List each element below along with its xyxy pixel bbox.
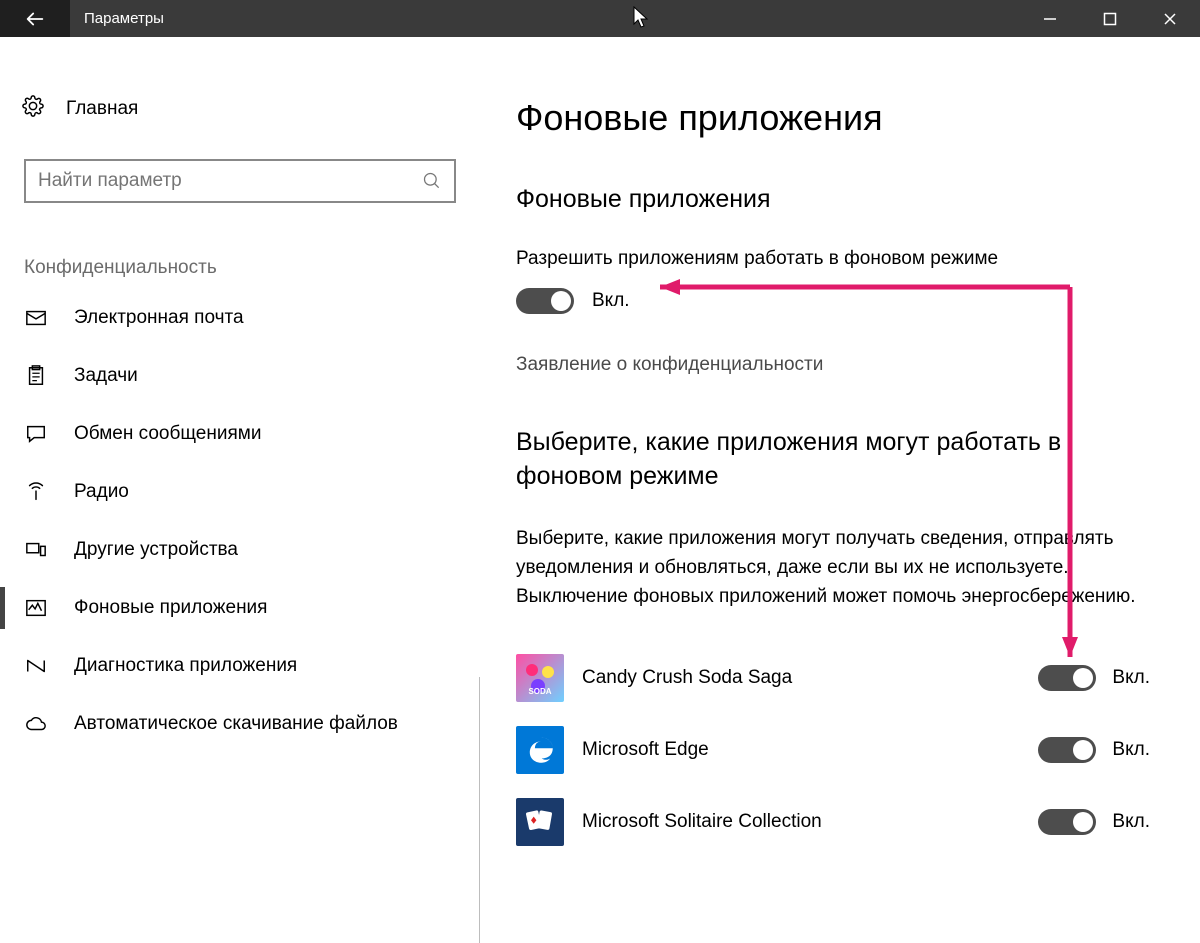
master-toggle-label: Разрешить приложениям работать в фоновом…: [516, 248, 1150, 270]
app-logo-edge: [516, 726, 564, 774]
sidebar-item-label: Автоматическое скачивание файлов: [74, 713, 398, 735]
sidebar-home[interactable]: Главная: [0, 87, 480, 131]
sidebar-item-label: Фоновые приложения: [74, 597, 267, 619]
sidebar-item-label: Диагностика приложения: [74, 655, 297, 677]
cursor-icon: [633, 6, 651, 35]
app-row: Microsoft Solitaire Collection Вкл.: [516, 786, 1150, 858]
diagnostics-icon: [24, 655, 48, 677]
privacy-link[interactable]: Заявление о конфиденциальности: [516, 354, 1150, 376]
app-name: Candy Crush Soda Saga: [582, 667, 1038, 689]
sidebar-item-label: Задачи: [74, 365, 138, 387]
window-title: Параметры: [84, 10, 164, 27]
minimize-button[interactable]: [1020, 0, 1080, 37]
clipboard-icon: [24, 365, 48, 387]
sidebar-item-label: Радио: [74, 481, 129, 503]
app-toggle-state: Вкл.: [1112, 739, 1150, 761]
sidebar: Главная Конфиденциальность Электронная п…: [0, 37, 480, 943]
message-icon: [24, 423, 48, 445]
sidebar-item-messaging[interactable]: Обмен сообщениями: [0, 405, 480, 463]
main-content: Фоновые приложения Фоновые приложения Ра…: [480, 37, 1200, 943]
sidebar-item-label: Электронная почта: [74, 307, 244, 329]
sidebar-item-radio[interactable]: Радио: [0, 463, 480, 521]
master-toggle-state: Вкл.: [592, 290, 630, 312]
search-input[interactable]: [24, 159, 456, 203]
maximize-icon: [1103, 12, 1117, 26]
svg-text:SODA: SODA: [528, 687, 551, 696]
master-toggle[interactable]: [516, 288, 574, 314]
sidebar-section-header: Конфиденциальность: [24, 257, 480, 279]
app-toggle[interactable]: [1038, 665, 1096, 691]
close-icon: [1163, 12, 1177, 26]
sidebar-item-devices[interactable]: Другие устройства: [0, 521, 480, 579]
minimize-icon: [1043, 12, 1057, 26]
section-title-2: Выберите, какие приложения могут работат…: [516, 426, 1136, 494]
sidebar-item-auto-download[interactable]: Автоматическое скачивание файлов: [0, 695, 480, 753]
search-field[interactable]: [38, 170, 422, 192]
section-title-1: Фоновые приложения: [516, 185, 1150, 214]
search-icon: [422, 171, 442, 191]
cloud-icon: [24, 713, 48, 735]
back-button[interactable]: [0, 0, 70, 37]
arrow-left-icon: [24, 8, 46, 30]
gear-icon: [22, 95, 44, 123]
app-toggle[interactable]: [1038, 737, 1096, 763]
app-toggle-state: Вкл.: [1112, 667, 1150, 689]
maximize-button[interactable]: [1080, 0, 1140, 37]
app-name: Microsoft Solitaire Collection: [582, 811, 1038, 833]
app-row: Microsoft Edge Вкл.: [516, 714, 1150, 786]
sidebar-item-tasks[interactable]: Задачи: [0, 347, 480, 405]
page-title: Фоновые приложения: [516, 97, 1150, 139]
mail-icon: [24, 307, 48, 329]
app-name: Microsoft Edge: [582, 739, 1038, 761]
sidebar-item-label: Другие устройства: [74, 539, 238, 561]
titlebar: Параметры: [0, 0, 1200, 37]
app-toggle[interactable]: [1038, 809, 1096, 835]
sidebar-item-background-apps[interactable]: Фоновые приложения: [0, 579, 480, 637]
sidebar-item-email[interactable]: Электронная почта: [0, 289, 480, 347]
sidebar-item-diagnostics[interactable]: Диагностика приложения: [0, 637, 480, 695]
app-logo-candy: SODA: [516, 654, 564, 702]
app-logo-solitaire: [516, 798, 564, 846]
sidebar-home-label: Главная: [66, 98, 138, 120]
activity-icon: [24, 597, 48, 619]
close-button[interactable]: [1140, 0, 1200, 37]
app-row: SODA Candy Crush Soda Saga Вкл.: [516, 642, 1150, 714]
app-toggle-state: Вкл.: [1112, 811, 1150, 833]
radio-icon: [24, 481, 48, 503]
section-description: Выберите, какие приложения могут получат…: [516, 524, 1150, 612]
sidebar-item-label: Обмен сообщениями: [74, 423, 261, 445]
devices-icon: [24, 539, 48, 561]
